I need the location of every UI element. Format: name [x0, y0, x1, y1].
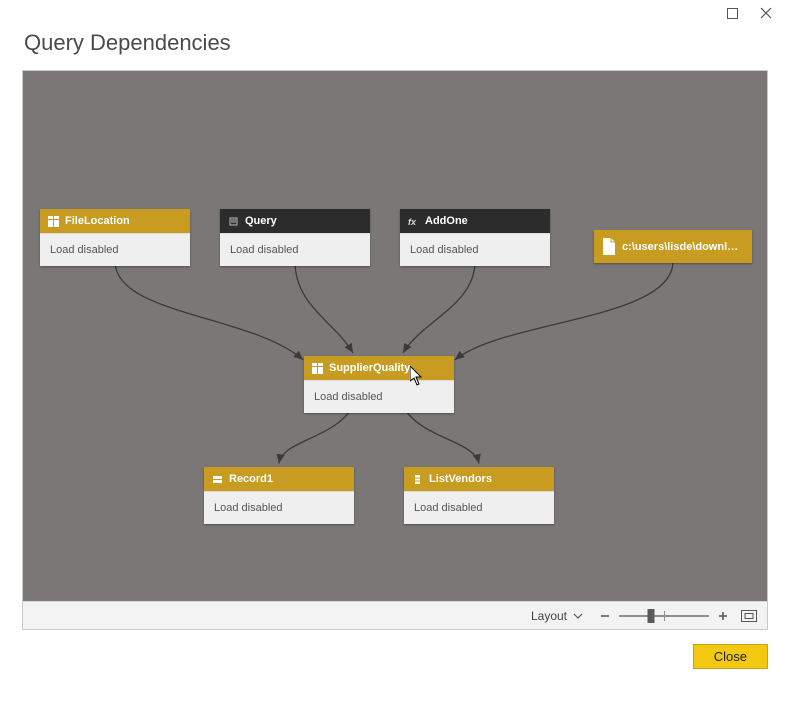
window-close-button[interactable]: [758, 6, 774, 20]
script-icon: [228, 216, 239, 227]
list-icon: [412, 474, 423, 485]
node-listvendors[interactable]: ListVendors Load disabled: [404, 467, 554, 524]
fit-to-screen-button[interactable]: [741, 609, 757, 623]
dependency-canvas[interactable]: FileLocation Load disabled Query Load di…: [23, 71, 767, 601]
svg-text:fx: fx: [408, 217, 417, 227]
node-filesource[interactable]: c:\users\lisde\downloads...: [594, 230, 752, 263]
node-status: Load disabled: [400, 233, 550, 266]
node-label: FileLocation: [65, 215, 130, 227]
dialog-title: Query Dependencies: [0, 26, 790, 70]
zoom-in-button[interactable]: [715, 609, 731, 623]
close-button[interactable]: Close: [693, 644, 768, 669]
node-label: SupplierQuality: [329, 362, 410, 374]
dependency-canvas-frame: FileLocation Load disabled Query Load di…: [22, 70, 768, 630]
dependency-edges: [23, 71, 767, 601]
zoom-slider[interactable]: [597, 609, 731, 623]
window-maximize-button[interactable]: [724, 6, 740, 20]
file-icon: [602, 238, 616, 255]
node-record1[interactable]: Record1 Load disabled: [204, 467, 354, 524]
record-icon: [212, 474, 223, 485]
node-label: ListVendors: [429, 473, 492, 485]
node-status: Load disabled: [40, 233, 190, 266]
node-query[interactable]: Query Load disabled: [220, 209, 370, 266]
layout-label: Layout: [531, 609, 567, 623]
function-icon: fx: [408, 216, 419, 227]
node-label: AddOne: [425, 215, 468, 227]
zoom-track[interactable]: [619, 611, 709, 621]
node-label: c:\users\lisde\downloads...: [622, 241, 744, 253]
layout-dropdown[interactable]: Layout: [527, 607, 587, 625]
table-icon: [312, 363, 323, 374]
node-filelocation[interactable]: FileLocation Load disabled: [40, 209, 190, 266]
table-icon: [48, 216, 59, 227]
node-status: Load disabled: [220, 233, 370, 266]
node-status: Load disabled: [304, 380, 454, 413]
node-supplierquality[interactable]: SupplierQuality Load disabled: [304, 356, 454, 413]
node-label: Record1: [229, 473, 273, 485]
zoom-out-button[interactable]: [597, 609, 613, 623]
node-addone[interactable]: fx AddOne Load disabled: [400, 209, 550, 266]
chevron-down-icon: [573, 612, 583, 620]
node-status: Load disabled: [204, 491, 354, 524]
node-status: Load disabled: [404, 491, 554, 524]
zoom-thumb[interactable]: [647, 609, 654, 623]
node-label: Query: [245, 215, 277, 227]
canvas-toolbar: Layout: [23, 601, 767, 629]
